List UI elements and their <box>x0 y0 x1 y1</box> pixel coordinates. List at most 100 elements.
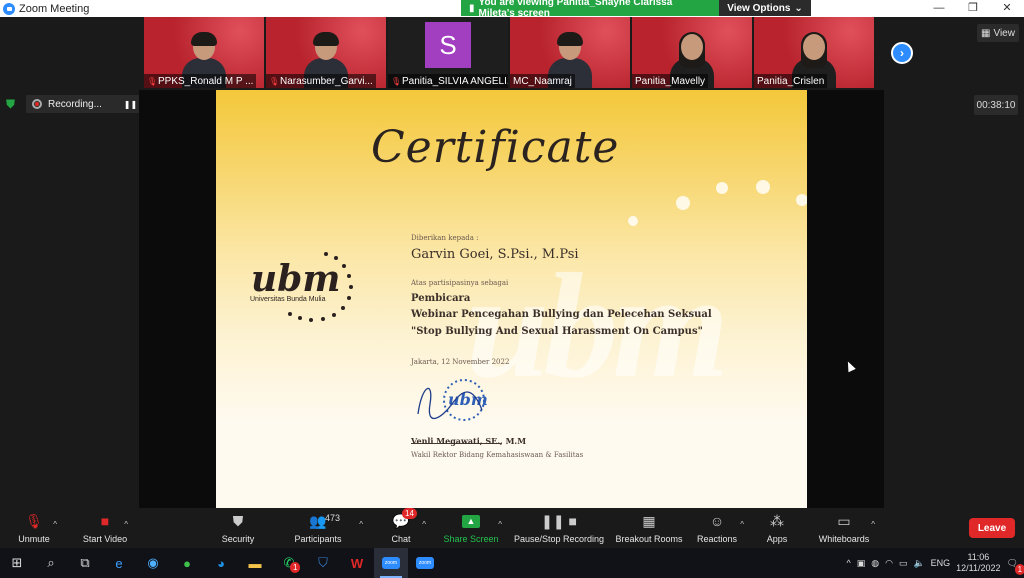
participants-label: Participants <box>294 534 342 544</box>
participant-strip: 🎙 PPKS_Ronald M P ... 🎙 Narasumber_Garvi..… <box>144 17 874 88</box>
view-label: View <box>993 27 1015 39</box>
tray-icon[interactable]: ◍ <box>871 558 879 569</box>
participant-namebar: 🎙 PPKS_Ronald M P ... <box>144 74 257 88</box>
apps-button[interactable]: ⁂ Apps <box>764 508 790 548</box>
chevron-up-icon[interactable]: ^ <box>53 520 57 529</box>
view-button[interactable]: ▦ View <box>977 24 1019 42</box>
breakout-rooms-button[interactable]: ▦ Breakout Rooms <box>614 508 684 548</box>
recording-label: Recording... <box>48 98 102 110</box>
event-name: Webinar Pencegahan Bullying dan Peleceha… <box>411 309 712 320</box>
share-screen-button[interactable]: ▲ ^ Share Screen <box>442 508 502 548</box>
record-label: Pause/Stop Recording <box>513 534 605 544</box>
mic-muted-icon: 🎙 <box>391 76 402 86</box>
chevron-up-icon[interactable]: ^ <box>846 558 850 568</box>
language-indicator[interactable]: ENG <box>931 558 951 568</box>
chevron-up-icon[interactable]: ^ <box>740 520 744 529</box>
chevron-up-icon[interactable]: ^ <box>422 520 426 529</box>
windows-taskbar: ⊞ ⌕ ⧉ e ◉ ● ◕ ▬ ✆ 1 ⛉ W zoom zoom ^ ▣ ◍ ◠… <box>0 548 1024 578</box>
notifications-icon[interactable]: 🗨 1 <box>1007 558 1024 575</box>
whatsapp-icon[interactable]: ✆ 1 <box>272 548 306 578</box>
chevron-up-icon[interactable]: ^ <box>124 520 128 529</box>
chevron-up-icon[interactable]: ^ <box>871 520 875 529</box>
window-controls: — ❐ ✕ <box>922 0 1024 17</box>
mic-muted-icon: 🎙 ^ <box>25 512 57 530</box>
reactions-icon: ☺ ^ <box>709 513 744 529</box>
task-view-icon[interactable]: ⧉ <box>68 548 102 578</box>
wps-office-icon[interactable]: W <box>340 548 374 578</box>
volume-icon[interactable]: 🔈 <box>913 558 924 569</box>
screen-share-icon: ▮ <box>469 2 475 14</box>
apps-icon: ⁂ <box>770 512 784 529</box>
event-theme: "Stop Bullying And Sexual Harassment On … <box>411 326 703 337</box>
shield-app-icon[interactable]: ⛉ <box>306 548 340 578</box>
chat-button[interactable]: 💬 14 ^ Chat <box>384 508 426 548</box>
restore-button[interactable]: ❐ <box>956 0 990 17</box>
participant-tile[interactable]: Panitia_Crislen <box>754 17 874 88</box>
place-date: Jakarta, 12 November 2022 <box>411 358 510 366</box>
participant-namebar: 🎙 Panitia_SILVIA ANGELI... <box>388 74 508 88</box>
chevron-down-icon: ⌄ <box>794 2 803 14</box>
record-icon <box>32 99 42 109</box>
breakout-label: Breakout Rooms <box>615 534 683 544</box>
chevron-up-icon[interactable]: ^ <box>498 520 502 529</box>
minimize-button[interactable]: — <box>922 0 956 17</box>
clock-date: 12/11/2022 <box>956 563 1001 573</box>
wechat-icon[interactable]: ● <box>170 548 204 578</box>
participant-tile[interactable]: 🎙 Narasumber_Garvi... <box>266 17 386 88</box>
close-button[interactable]: ✕ <box>990 0 1024 17</box>
windows-start-icon[interactable]: ⊞ <box>0 548 34 578</box>
security-shield-icon: ⛊ <box>6 97 16 111</box>
participant-tile[interactable]: S 🎙 Panitia_SILVIA ANGELI... <box>388 17 508 88</box>
given-to-label: Diberikan kepada : <box>411 234 479 242</box>
leave-button[interactable]: Leave <box>969 518 1015 538</box>
participant-name: Panitia_Crislen <box>757 75 825 87</box>
unmute-button[interactable]: 🎙 ^ Unmute <box>14 508 57 548</box>
participant-namebar: Panitia_Crislen <box>754 74 828 88</box>
chevron-up-icon[interactable]: ^ <box>359 520 363 529</box>
participant-name: MC_Naamraj <box>513 75 572 87</box>
role: Pembicara <box>411 293 471 304</box>
start-video-button[interactable]: ■ ^ Start Video <box>78 508 132 548</box>
wifi-icon[interactable]: ◠ <box>885 558 893 569</box>
recording-indicator: Recording... ❚❚ ■ <box>26 95 152 113</box>
whiteboards-button[interactable]: ▭ ^ Whiteboards <box>818 508 875 548</box>
view-options-button[interactable]: View Options ⌄ <box>719 0 811 16</box>
pause-recording-icon[interactable]: ❚❚ <box>124 100 137 109</box>
participant-avatar: S <box>425 22 471 68</box>
clock-time: 11:06 <box>967 552 990 562</box>
reactions-button[interactable]: ☺ ^ Reactions <box>696 508 744 548</box>
security-button[interactable]: ⛊ Security <box>218 508 258 548</box>
search-icon[interactable]: ⌕ <box>34 548 68 578</box>
zoom-taskbar-icon-2[interactable]: zoom <box>408 548 442 578</box>
battery-icon[interactable]: ▭ <box>899 558 908 569</box>
view-options-label: View Options <box>727 2 791 14</box>
browser-icon[interactable]: ◉ <box>136 548 170 578</box>
participants-icon: 👥 473 ^ <box>309 512 363 530</box>
participant-namebar: MC_Naamraj <box>510 74 575 88</box>
certificate-title: Certificate <box>371 122 620 173</box>
participant-namebar: 🎙 Narasumber_Garvi... <box>266 74 376 88</box>
pause-stop-icon: ❚❚ ■ <box>541 512 577 529</box>
signature-stamp: ubm <box>417 379 488 421</box>
edge-browser-icon[interactable]: e <box>102 548 136 578</box>
participant-tile-active-speaker[interactable]: MC_Naamraj <box>510 17 630 88</box>
tray-app-icon[interactable]: ▣ <box>857 558 866 569</box>
participant-tile[interactable]: 🎙 PPKS_Ronald M P ... <box>144 17 264 88</box>
meeting-timer: 00:38:10 <box>974 95 1018 115</box>
meeting-toolbar: 🎙 ^ Unmute ■ ^ Start Video ⛊ Security 👥 473… <box>0 508 1024 548</box>
next-page-arrow-icon[interactable]: › <box>891 42 913 64</box>
start-video-label: Start Video <box>82 534 128 544</box>
zoom-taskbar-icon[interactable]: zoom <box>374 548 408 578</box>
certificate: ubm Certificate ubm Universitas Bunda Mu… <box>216 90 807 508</box>
participant-tile[interactable]: Panitia_Mavelly <box>632 17 752 88</box>
app-icon[interactable]: ◕ <box>204 548 238 578</box>
logo-subtext: Universitas Bunda Mulia <box>250 296 326 303</box>
participants-button[interactable]: 👥 473 ^ Participants <box>291 508 363 548</box>
clock[interactable]: 11:06 12/11/2022 <box>956 552 1000 574</box>
recipient-name: Garvin Goei, S.Psi., M.Psi <box>411 247 579 262</box>
share-screen-icon: ▲ ^ <box>460 512 502 530</box>
pause-stop-recording-button[interactable]: ❚❚ ■ Pause/Stop Recording <box>512 508 606 548</box>
file-explorer-icon[interactable]: ▬ <box>238 548 272 578</box>
svg-text:ubm: ubm <box>448 390 488 409</box>
logo-text: ubm <box>251 258 341 300</box>
